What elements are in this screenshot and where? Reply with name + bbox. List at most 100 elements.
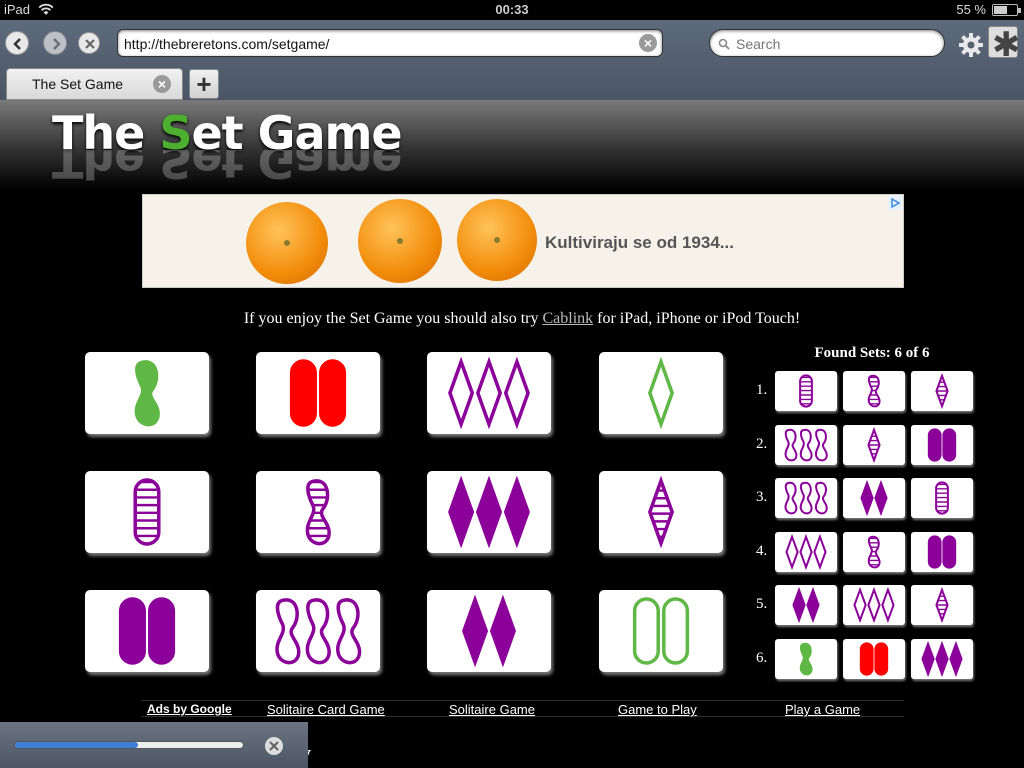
stop-loading-button[interactable]: [78, 32, 100, 54]
back-arrow-icon: [13, 38, 21, 50]
orange-image: [358, 199, 442, 283]
site-logo-reflection: The Set Game: [52, 150, 402, 188]
diamond-symbol: [921, 640, 935, 677]
diamond-symbol: [448, 475, 475, 549]
found-set-card: [911, 531, 973, 572]
close-tab-button[interactable]: ×: [153, 75, 171, 93]
found-set-card: [775, 531, 837, 572]
found-set-number: 2.: [756, 435, 768, 452]
squiggle-symbol: [134, 360, 160, 427]
site-header: The Set Game The Set Game: [0, 100, 1024, 190]
diamond-symbol: [462, 594, 489, 668]
cancel-load-icon[interactable]: [265, 737, 283, 755]
browser-toolbar: http://thebreretons.com/setgame/ × ✱ The…: [0, 20, 1024, 100]
set-card[interactable]: [85, 352, 209, 434]
squiggle-symbol: [784, 481, 798, 515]
new-tab-button[interactable]: +: [189, 69, 219, 99]
diamond-symbol: [799, 533, 813, 570]
link-solitaire-game[interactable]: Solitaire Game: [449, 702, 535, 717]
diamond-symbol: [881, 586, 895, 624]
found-set-number: 3.: [756, 489, 768, 505]
page-load-progress: [14, 741, 244, 749]
back-button[interactable]: [5, 31, 29, 55]
search-input[interactable]: [736, 35, 926, 53]
set-card[interactable]: [256, 590, 380, 672]
diamond-symbol: [785, 533, 799, 570]
search-box[interactable]: [709, 29, 945, 57]
diamond-symbol: [949, 640, 963, 677]
diamond-symbol: [874, 479, 888, 517]
set-card[interactable]: [599, 352, 723, 434]
web-page: The Set Game The Set Game Kultiviraju se…: [0, 100, 1024, 768]
found-set-card: [911, 424, 973, 465]
clear-url-button[interactable]: ×: [639, 34, 657, 52]
diamond-symbol: [647, 356, 675, 430]
set-card[interactable]: [256, 471, 380, 553]
set-card[interactable]: [427, 590, 551, 672]
link-unit: Ads by Google Solitaire Card Game Solita…: [142, 700, 904, 717]
url-text: http://thebreretons.com/setgame/: [124, 36, 330, 52]
found-sets-title: Found Sets: 6 of 6: [814, 345, 930, 361]
link-play-a-game[interactable]: Play a Game: [785, 702, 860, 717]
found-set-card: [775, 585, 837, 625]
oval-symbol: [662, 597, 690, 665]
extension-button[interactable]: ✱: [988, 26, 1021, 64]
diamond-symbol: [935, 640, 949, 677]
diamond-symbol: [860, 479, 874, 517]
forward-arrow-icon: [53, 38, 61, 50]
close-icon: [85, 39, 95, 49]
found-set-number: 4.: [756, 542, 768, 559]
battery-percent: 55 %: [956, 2, 986, 17]
adchoices-icon[interactable]: [888, 196, 902, 210]
set-card[interactable]: [599, 590, 723, 672]
asterisk-icon: ✱: [992, 26, 1021, 64]
ad-banner[interactable]: Kultiviraju se od 1934...: [142, 194, 904, 288]
set-card[interactable]: [256, 352, 380, 434]
found-set-card: [843, 478, 905, 518]
found-set-card: [775, 638, 837, 679]
address-bar[interactable]: http://thebreretons.com/setgame/ ×: [117, 29, 663, 57]
status-bar: iPad 00:33 55 %: [0, 0, 1024, 20]
found-set-card: [843, 531, 905, 572]
link-solitaire-card-game[interactable]: Solitaire Card Game: [267, 702, 385, 717]
orange-image: [457, 199, 537, 281]
squiggle-symbol: [799, 642, 813, 675]
gear-icon[interactable]: [958, 32, 984, 58]
diamond-symbol: [867, 586, 881, 624]
forward-button[interactable]: [43, 31, 67, 55]
squiggle-symbol: [305, 598, 331, 665]
orange-image: [246, 202, 328, 284]
found-set-card: [775, 371, 837, 411]
oval-symbol: [148, 597, 176, 665]
set-card[interactable]: [427, 352, 551, 434]
squiggle-symbol: [814, 481, 828, 515]
link-game-to-play[interactable]: Game to Play: [618, 702, 697, 717]
oval-symbol: [874, 641, 889, 676]
set-card[interactable]: [427, 471, 551, 553]
found-set-card: [911, 478, 973, 518]
squiggle-symbol: [275, 598, 301, 665]
set-card[interactable]: [599, 471, 723, 553]
squiggle-symbol: [799, 481, 813, 515]
found-set-number: 5.: [756, 596, 768, 612]
found-set-card: [911, 371, 973, 411]
ads-by-google-link[interactable]: Ads by Google: [147, 702, 232, 716]
squiggle-symbol: [336, 598, 362, 665]
oval-symbol: [632, 597, 660, 665]
found-set-number: 1.: [756, 382, 768, 398]
tab-the-set-game[interactable]: The Set Game ×: [6, 68, 183, 100]
found-set-card: [843, 371, 905, 411]
squiggle-symbol: [784, 428, 798, 461]
oval-symbol: [927, 427, 942, 462]
oval-symbol: [942, 534, 957, 569]
found-set-card: [911, 638, 973, 679]
loading-panel: [0, 722, 308, 768]
oval-symbol: [289, 359, 317, 427]
oval-symbol: [859, 641, 874, 676]
oval-symbol: [942, 427, 957, 462]
cablink-link[interactable]: Cablink: [542, 310, 593, 327]
diamond-symbol: [448, 356, 475, 430]
found-set-card: [843, 638, 905, 679]
set-card[interactable]: [85, 590, 209, 672]
set-card[interactable]: [85, 471, 209, 553]
